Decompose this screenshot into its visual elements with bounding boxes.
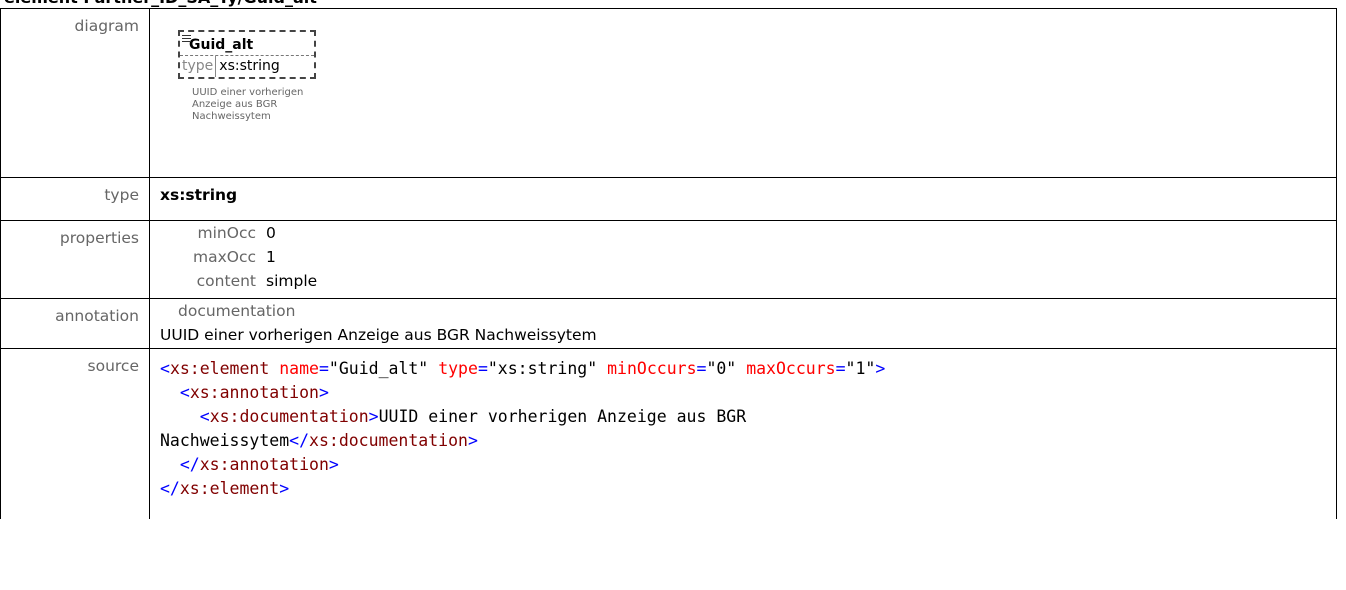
properties-label: properties (0, 220, 150, 299)
diagram-element-name: Guid_alt (180, 32, 314, 56)
type-row: type xs:string (0, 177, 1337, 221)
annotation-label: annotation (0, 298, 150, 349)
property-row: content simple (160, 269, 1336, 293)
property-value: simple (266, 272, 318, 290)
type-label: type (0, 177, 150, 221)
diagram-type-key: type (180, 56, 217, 77)
type-value[interactable]: xs:string (160, 178, 1336, 204)
source-code: <xs:element name="Guid_alt" type="xs:str… (160, 357, 1336, 501)
source-line-6: </xs:element> (160, 479, 290, 498)
documentation-heading: documentation (178, 302, 296, 320)
element-doc-table: diagram Guid_alt type xs:string UUID ein… (0, 8, 1337, 519)
diagram-documentation: UUID einer vorherigen Anzeige aus BGR Na… (192, 87, 352, 123)
diagram-cell: Guid_alt type xs:string UUID einer vorhe… (149, 8, 1337, 178)
property-row: maxOcc 1 (160, 245, 1336, 269)
diagram-doc-line: Anzeige aus BGR (192, 99, 278, 110)
diagram-label: diagram (0, 8, 150, 178)
source-row: source <xs:element name="Guid_alt" type=… (0, 348, 1337, 519)
property-key: maxOcc (192, 248, 256, 266)
source-line-1: <xs:element name="Guid_alt" type="xs:str… (160, 359, 886, 378)
element-lines-icon (182, 33, 191, 44)
element-diagram[interactable]: Guid_alt type xs:string UUID einer vorhe… (178, 30, 1336, 123)
diagram-type-value: xs:string (219, 58, 280, 74)
property-key: content (196, 272, 256, 290)
page-heading: element Partner_ID_SA_Ty/Guid_alt (4, 0, 317, 8)
annotation-row: annotation documentation UUID einer vorh… (0, 298, 1337, 349)
properties-row: properties minOcc 0 maxOcc 1 content sim… (0, 220, 1337, 299)
properties-cell: minOcc 0 maxOcc 1 content simple (149, 220, 1337, 299)
documentation-text: UUID einer vorherigen Anzeige aus BGR Na… (160, 326, 597, 344)
source-line-3: <xs:documentation>UUID einer vorherigen … (199, 407, 747, 426)
diagram-row: diagram Guid_alt type xs:string UUID ein… (0, 8, 1337, 178)
property-value: 0 (266, 224, 276, 242)
source-label: source (0, 348, 150, 519)
type-cell: xs:string (149, 177, 1337, 221)
source-line-5: </xs:annotation> (179, 455, 339, 474)
source-line-2: <xs:annotation> (179, 383, 329, 402)
diagram-doc-line: UUID einer vorherigen (192, 87, 304, 98)
property-key: minOcc (197, 224, 256, 242)
diagram-type-row: type xs:string (180, 56, 314, 77)
annotation-cell: documentation UUID einer vorherigen Anze… (149, 298, 1337, 349)
diagram-doc-line: Nachweissytem (192, 111, 271, 122)
element-box[interactable]: Guid_alt type xs:string (178, 30, 316, 79)
property-value: 1 (266, 248, 276, 266)
source-cell: <xs:element name="Guid_alt" type="xs:str… (149, 348, 1337, 519)
property-row: minOcc 0 (160, 221, 1336, 245)
source-line-4: Nachweissytem</xs:documentation> (160, 431, 478, 450)
